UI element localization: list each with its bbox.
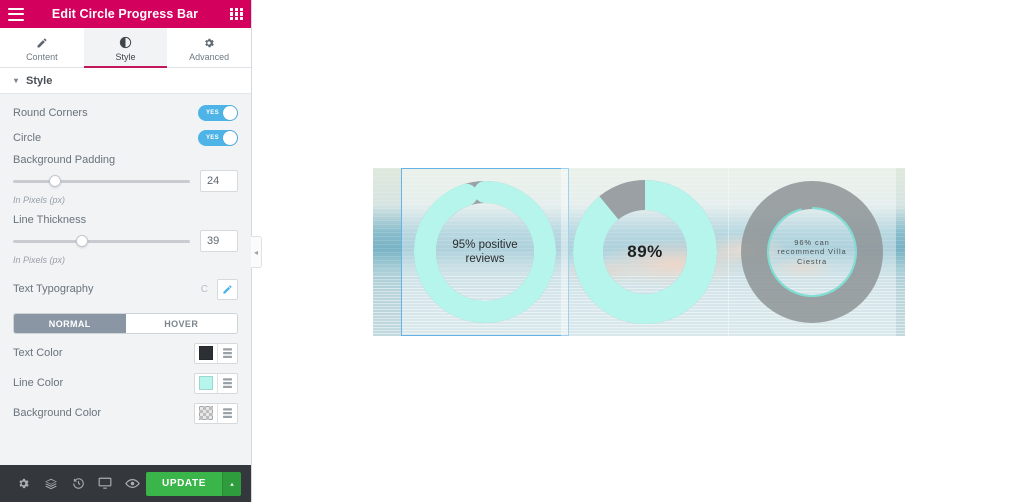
- responsive-icon[interactable]: [92, 465, 119, 502]
- pencil-edit-icon[interactable]: [217, 278, 238, 300]
- chevron-down-icon: ▾: [14, 76, 19, 85]
- style-controls: Round Corners YES Circle YES Background …: [0, 94, 251, 465]
- panel-tabs: Content Style Advanced: [0, 28, 251, 68]
- line-thickness-hint: In Pixels (px): [13, 255, 66, 265]
- circle-progress-96[interactable]: 96% can recommend Villa Ciestra: [728, 168, 896, 336]
- contrast-circle-icon: [119, 36, 132, 49]
- circle-progress-89[interactable]: 89%: [561, 168, 729, 336]
- update-dropdown-caret-icon[interactable]: ▴: [222, 471, 241, 496]
- circle-toggle-value: YES: [206, 134, 219, 141]
- circle-label: Circle: [13, 131, 42, 144]
- line-thickness-input[interactable]: 39: [200, 230, 238, 252]
- round-corners-toggle-value: YES: [206, 109, 219, 116]
- gear-icon: [203, 37, 215, 49]
- control-background-color: Background Color: [13, 398, 238, 428]
- panel-footer: UPDATE ▴: [0, 465, 251, 502]
- update-button-group: UPDATE ▴: [146, 471, 241, 496]
- control-line-color: Line Color: [13, 368, 238, 398]
- control-round-corners: Round Corners YES: [13, 100, 238, 125]
- line-thickness-slider-row: 39: [13, 230, 238, 252]
- background-padding-hint: In Pixels (px): [13, 195, 66, 205]
- control-text-color: Text Color: [13, 338, 238, 368]
- background-color-swatch[interactable]: [195, 404, 217, 423]
- slider-track: [13, 239, 190, 243]
- background-color-label: Background Color: [13, 407, 102, 419]
- progress-caption: 89%: [627, 241, 663, 261]
- progress-circle: 96% can recommend Villa Ciestra: [740, 180, 884, 324]
- pencil-icon: [36, 37, 48, 49]
- section-style-title: Style: [26, 74, 53, 87]
- line-color-swatch[interactable]: [195, 374, 217, 393]
- progress-circle: 95% positive reviews: [413, 180, 557, 324]
- editor-canvas: 95% positive reviews 89% 96% can recomme…: [252, 0, 1024, 502]
- tab-content-label: Content: [26, 51, 58, 62]
- progress-circle: 89%: [573, 180, 717, 324]
- state-tab-normal[interactable]: NORMAL: [14, 314, 126, 333]
- chevron-left-icon: ◂: [253, 247, 258, 257]
- background-padding-input[interactable]: 24: [200, 170, 238, 192]
- layers-icon[interactable]: [37, 465, 64, 502]
- text-color-label: Text Color: [13, 347, 63, 359]
- circle-toggle[interactable]: YES: [198, 129, 238, 146]
- slider-handle[interactable]: [76, 235, 89, 247]
- tab-advanced-label: Advanced: [189, 51, 230, 62]
- toggle-knob: [223, 130, 237, 145]
- tab-content[interactable]: Content: [0, 28, 84, 67]
- line-thickness-slider[interactable]: [13, 234, 190, 248]
- line-color-palette-icon[interactable]: [217, 373, 237, 393]
- reset-icon[interactable]: C: [201, 284, 208, 295]
- update-button[interactable]: UPDATE: [146, 471, 222, 496]
- round-corners-toggle[interactable]: YES: [198, 104, 238, 121]
- background-color-palette-icon[interactable]: [217, 403, 237, 423]
- history-icon[interactable]: [64, 465, 91, 502]
- panel-header: Edit Circle Progress Bar: [0, 0, 251, 28]
- background-padding-slider-row: 24: [13, 170, 238, 192]
- tab-style[interactable]: Style: [83, 28, 168, 68]
- progress-caption: 96% can recommend Villa Ciestra: [777, 238, 847, 266]
- control-circle: Circle YES: [13, 125, 238, 150]
- round-corners-label: Round Corners: [13, 106, 88, 119]
- editor-panel: Edit Circle Progress Bar Content Style A…: [0, 0, 262, 502]
- state-tab-group: NORMAL HOVER: [13, 313, 238, 334]
- slider-track: [13, 179, 190, 183]
- elementor-editor: Edit Circle Progress Bar Content Style A…: [0, 0, 1024, 502]
- section-style-header[interactable]: ▾ Style: [0, 68, 251, 94]
- toggle-knob: [223, 105, 237, 120]
- panel-collapse-toggle[interactable]: ◂: [251, 236, 262, 268]
- grid-apps-icon[interactable]: [230, 7, 243, 21]
- page-title: Edit Circle Progress Bar: [51, 7, 199, 21]
- circle-progress-95[interactable]: 95% positive reviews: [401, 168, 569, 336]
- progress-caption: 95% positive reviews: [452, 238, 518, 265]
- tab-advanced[interactable]: Advanced: [167, 28, 251, 67]
- gear-icon[interactable]: [10, 465, 37, 502]
- text-typography-label: Text Typography: [13, 283, 94, 295]
- background-padding-slider[interactable]: [13, 174, 190, 188]
- line-color-label: Line Color: [13, 377, 64, 389]
- content-band: 95% positive reviews 89% 96% can recomme…: [373, 168, 905, 336]
- text-color-swatch[interactable]: [195, 344, 217, 363]
- control-text-typography: Text Typography C: [13, 274, 238, 304]
- line-thickness-label: Line Thickness: [13, 214, 87, 226]
- tab-style-label: Style: [115, 52, 136, 62]
- background-padding-label: Background Padding: [13, 154, 116, 166]
- preview-eye-icon[interactable]: [119, 465, 146, 502]
- slider-handle[interactable]: [49, 175, 62, 187]
- text-color-palette-icon[interactable]: [217, 343, 237, 363]
- state-tab-hover[interactable]: HOVER: [125, 314, 237, 333]
